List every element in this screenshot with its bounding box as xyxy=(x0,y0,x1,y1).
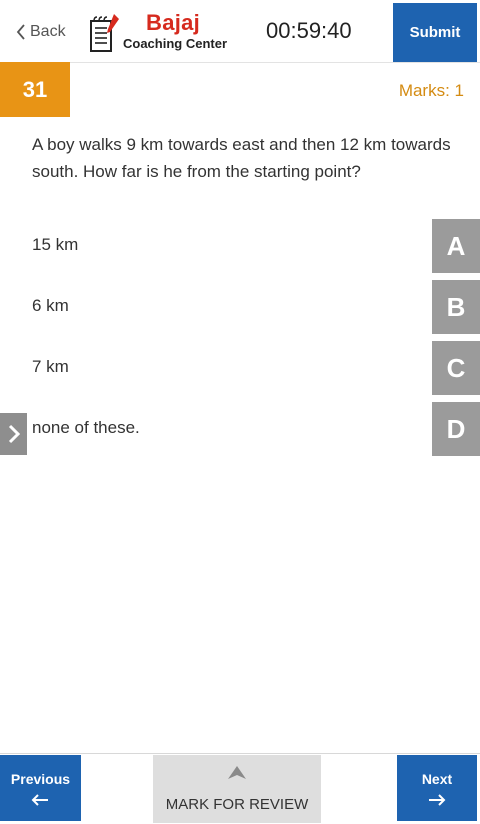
chevron-left-icon xyxy=(16,24,25,40)
marks-label: Marks: 1 xyxy=(398,81,464,100)
option-letter[interactable]: B xyxy=(432,280,480,334)
option-a[interactable]: 15 km A xyxy=(0,219,480,273)
submit-button[interactable]: Submit xyxy=(393,3,477,62)
option-letter[interactable]: A xyxy=(432,219,480,273)
back-button[interactable]: Back xyxy=(16,19,66,45)
chevron-right-icon xyxy=(8,424,20,444)
brand-subtitle: Coaching Center xyxy=(123,36,228,51)
option-c[interactable]: 7 km C xyxy=(0,341,480,395)
mark-for-review-button[interactable]: MARK FOR REVIEW xyxy=(153,755,321,823)
arrow-right-icon xyxy=(429,794,446,806)
notepad-pen-icon xyxy=(90,14,119,52)
question-panel-toggle[interactable] xyxy=(0,413,27,455)
option-letter[interactable]: D xyxy=(432,402,480,456)
brand-logo: Bajaj Coaching Center xyxy=(88,8,228,56)
next-button[interactable]: Next xyxy=(397,755,477,821)
back-label: Back xyxy=(30,23,66,40)
flag-icon xyxy=(228,766,246,779)
option-b[interactable]: 6 km B xyxy=(0,280,480,334)
option-d[interactable]: none of these. D xyxy=(0,402,480,456)
countdown-timer: 00:59:40 xyxy=(266,18,352,43)
option-letter[interactable]: C xyxy=(432,341,480,395)
mark-for-review-label: MARK FOR REVIEW xyxy=(165,796,309,813)
question-number-badge: 31 xyxy=(0,62,70,117)
brand-name: Bajaj xyxy=(146,10,201,35)
option-text: 6 km xyxy=(32,296,69,315)
previous-button[interactable]: Previous xyxy=(0,755,81,821)
option-text: 15 km xyxy=(32,235,79,254)
bottom-navigation: Previous MARK FOR REVIEW Next xyxy=(0,753,480,824)
previous-label: Previous xyxy=(10,771,71,787)
top-bar: Back Bajaj Coaching Center 00:59:40 Subm… xyxy=(0,0,480,63)
question-text: A boy walks 9 km towards east and then 1… xyxy=(32,135,451,181)
arrow-left-icon xyxy=(31,794,48,806)
option-text: none of these. xyxy=(32,418,140,437)
option-text: 7 km xyxy=(32,357,69,376)
next-label: Next xyxy=(421,771,453,787)
